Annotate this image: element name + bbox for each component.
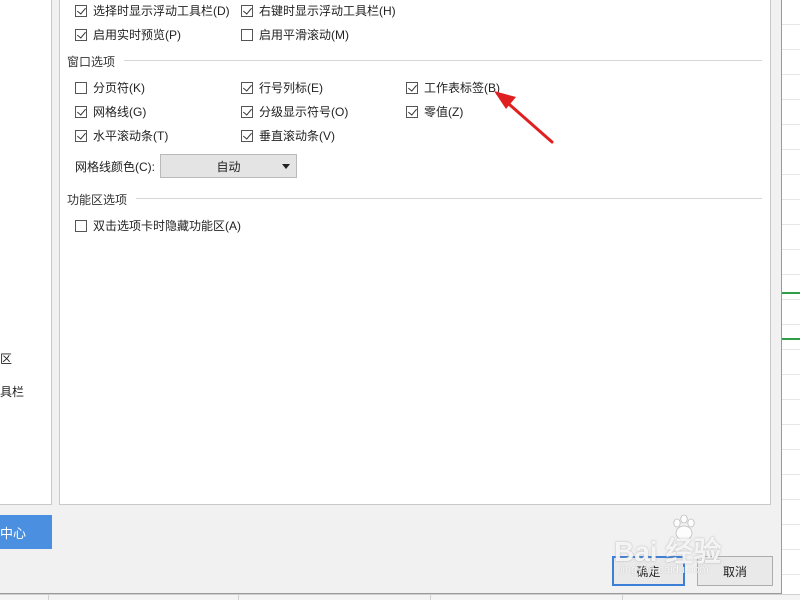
checkbox[interactable] — [406, 81, 418, 94]
gridline-color-value: 自动 — [216, 159, 241, 174]
checkbox[interactable] — [406, 105, 418, 118]
sheet-bottom-strip — [0, 594, 800, 600]
option-page-breaks[interactable]: 分页符(K) — [75, 79, 145, 96]
options-dialog: 区 具栏 中心 选择时显示浮动工具栏(D) 右键时显示浮动工具栏(H) 启用实时… — [0, 0, 782, 594]
sidebar-item-partial[interactable]: 具栏 — [0, 383, 24, 400]
option-zero-values[interactable]: 零值(Z) — [406, 103, 463, 120]
option-horizontal-scrollbar[interactable]: 水平滚动条(T) — [75, 127, 168, 144]
option-row-col-headers[interactable]: 行号列标(E) — [241, 79, 323, 96]
checkbox[interactable] — [75, 81, 87, 94]
category-sidebar: 区 具栏 — [0, 0, 52, 505]
option-show-toolbar-on-select[interactable]: 选择时显示浮动工具栏(D) — [75, 2, 230, 19]
checkbox[interactable] — [241, 81, 253, 94]
option-outline-symbols[interactable]: 分级显示符号(O) — [241, 103, 348, 120]
backup-center-button[interactable]: 中心 — [0, 515, 52, 549]
section-divider — [136, 198, 762, 199]
sidebar-item-partial[interactable]: 区 — [0, 350, 12, 367]
option-smooth-scroll[interactable]: 启用平滑滚动(M) — [241, 26, 349, 43]
red-arrow-icon — [494, 91, 554, 144]
backup-center-label: 中心 — [0, 525, 27, 541]
option-live-preview[interactable]: 启用实时预览(P) — [75, 26, 181, 43]
checkbox[interactable] — [241, 4, 253, 17]
checkbox[interactable] — [75, 219, 87, 232]
baidu-watermark: Bai 经验 jingyan.baidu.com — [612, 514, 760, 580]
section-title-ribbon-options: 功能区选项 — [67, 191, 132, 208]
gridline-color-label: 网格线颜色(C): — [75, 160, 155, 174]
section-title-window-options: 窗口选项 — [67, 53, 120, 70]
section-divider — [124, 60, 762, 61]
option-gridlines[interactable]: 网格线(G) — [75, 103, 146, 120]
option-hide-ribbon-on-double-click[interactable]: 双击选项卡时隐藏功能区(A) — [75, 217, 241, 234]
gridline-color-select[interactable]: 自动 — [160, 154, 297, 178]
options-content-panel: 选择时显示浮动工具栏(D) 右键时显示浮动工具栏(H) 启用实时预览(P) 启用… — [59, 0, 771, 505]
option-show-toolbar-on-right-click[interactable]: 右键时显示浮动工具栏(H) — [241, 2, 396, 19]
checkbox[interactable] — [75, 129, 87, 142]
checkbox[interactable] — [241, 129, 253, 142]
dropdown-arrow-icon — [282, 164, 290, 169]
checkbox[interactable] — [75, 105, 87, 118]
checkbox[interactable] — [241, 105, 253, 118]
checkbox[interactable] — [75, 28, 87, 41]
checkbox[interactable] — [241, 28, 253, 41]
option-vertical-scrollbar[interactable]: 垂直滚动条(V) — [241, 127, 335, 144]
checkbox[interactable] — [75, 4, 87, 17]
watermark-url: jingyan.baidu.com — [620, 564, 709, 576]
